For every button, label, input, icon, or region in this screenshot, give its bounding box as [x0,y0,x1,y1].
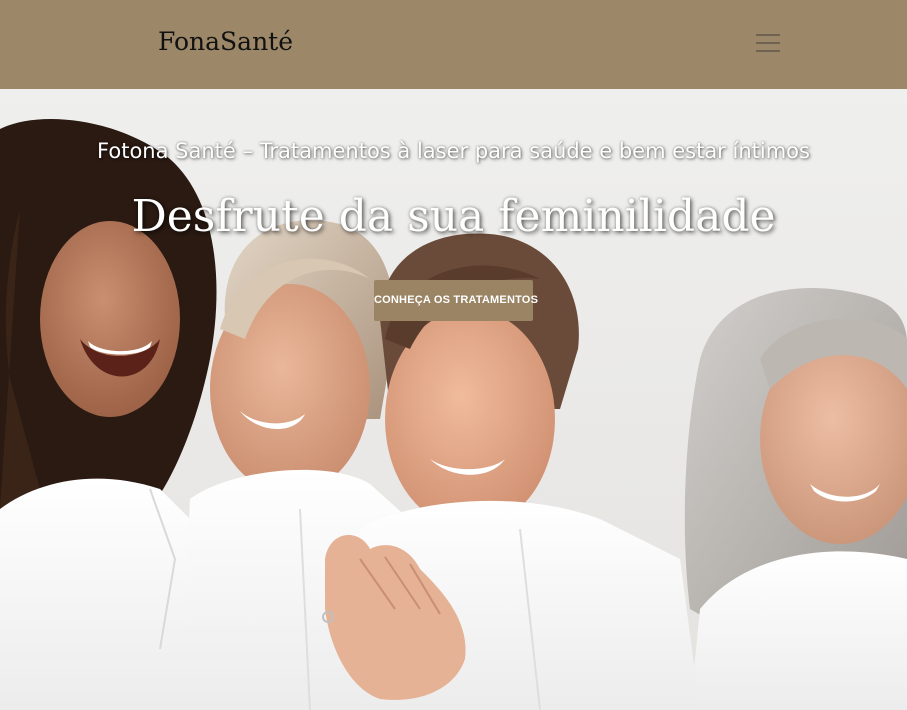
hero-headline: Desfrute da sua feminilidade [131,191,776,242]
menu-line [756,50,780,52]
cta-treatments-button[interactable]: CONHEÇA OS TRATAMENTOS [374,280,538,321]
hero-tagline: Fotona Santé – Tratamentos à laser para … [97,139,810,163]
menu-line [756,34,780,36]
hero-section: Fotona Santé – Tratamentos à laser para … [0,89,907,710]
site-logo[interactable]: FonaSanté [158,27,293,56]
menu-line [756,42,780,44]
woman-4 [684,287,907,710]
site-header: FonaSanté [0,0,907,89]
hero-photo [0,119,907,710]
hamburger-menu-icon[interactable] [756,32,780,54]
